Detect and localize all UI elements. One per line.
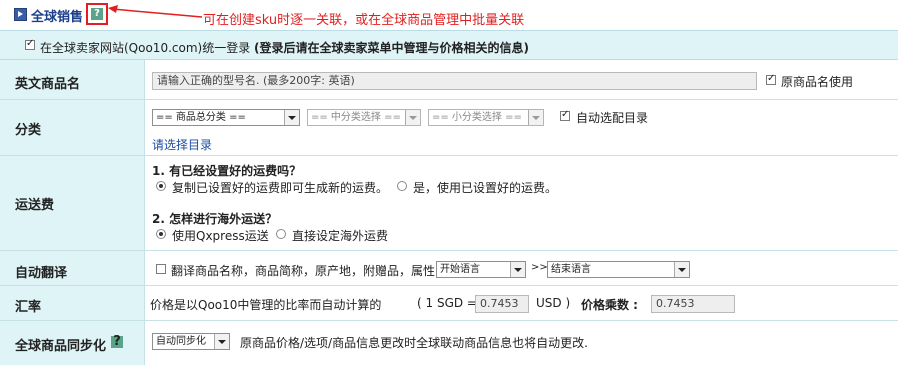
- sgd-rate-field: 0.7453: [475, 295, 529, 313]
- chevron-down-icon: [674, 262, 689, 277]
- end-language-select[interactable]: 结束语言: [547, 261, 690, 278]
- annotation-text: 可在创建sku时逐一关联，或在全球商品管理中批量关联: [203, 13, 525, 28]
- section-header: 全球销售 ? 可在创建sku时逐一关联，或在全球商品管理中批量关联: [0, 0, 898, 30]
- sync-description: 原商品价格/选项/商品信息更改时全球联动商品信息也将自动更改.: [240, 336, 588, 350]
- copy-shipping-label: 复制已设置好的运费即可生成新的运费。: [172, 181, 389, 195]
- category-row: 分类 == 商品总分类 == == 中分类选择 == == 小分类选择 == 自…: [0, 100, 898, 156]
- small-category-select[interactable]: == 小分类选择 ==: [428, 109, 544, 126]
- category-label: 分类: [15, 123, 42, 138]
- exchange-rate-row: 汇率 价格是以Qoo10中管理的比率而自动计算的 ( 1 SGD = 0.745…: [0, 286, 898, 321]
- global-login-checkbox[interactable]: [25, 38, 35, 50]
- global-login-row: 在全球卖家网站(Qoo10.com)统一登录 (登录后请在全球卖家菜单中管理与价…: [0, 30, 898, 60]
- translate-label: 自动翻译: [15, 266, 68, 281]
- auto-category-label: 自动选配目录: [576, 111, 649, 125]
- chevron-down-icon: [528, 110, 543, 125]
- copy-shipping-radio[interactable]: [156, 181, 166, 191]
- price-multiplier-label: 价格乘数 :: [581, 298, 638, 312]
- global-sync-label: 全球商品同步化: [15, 339, 107, 354]
- sgd-prefix: ( 1 SGD =: [417, 296, 477, 310]
- direct-shipping-radio[interactable]: [276, 229, 286, 239]
- sgd-suffix: USD ): [536, 296, 571, 310]
- translate-description: 翻译商品名称，商品简称，原产地，附赠品，属性: [171, 264, 436, 278]
- select-category-link[interactable]: 请选择目录: [152, 136, 212, 153]
- direct-shipping-label: 直接设定海外运费: [292, 229, 389, 243]
- exchange-rate-label: 汇率: [15, 300, 42, 315]
- chevron-down-icon: [284, 110, 299, 125]
- language-arrow: >>: [531, 262, 548, 273]
- english-name-label: 英文商品名: [15, 77, 81, 92]
- english-name-input[interactable]: 请输入正确的型号名. (最多200字: 英语): [152, 72, 757, 90]
- use-original-name-checkbox[interactable]: [766, 73, 776, 85]
- help-highlight-box: ?: [86, 3, 108, 25]
- help-icon[interactable]: ?: [91, 8, 103, 20]
- chevron-down-icon: [214, 334, 229, 349]
- english-name-row: 英文商品名 请输入正确的型号名. (最多200字: 英语) 原商品名使用: [0, 60, 898, 100]
- price-multiplier-field: 0.7453: [651, 295, 735, 313]
- use-original-name-label: 原商品名使用: [781, 75, 854, 89]
- exchange-rate-description: 价格是以Qoo10中管理的比率而自动计算的: [150, 298, 382, 312]
- help-icon[interactable]: ?: [111, 335, 123, 348]
- shipping-question-2: 2. 怎样进行海外运送？: [152, 212, 278, 226]
- translate-checkbox[interactable]: [156, 264, 166, 274]
- chevron-down-icon: [510, 262, 525, 277]
- large-category-select[interactable]: == 商品总分类 ==: [152, 109, 300, 126]
- chevron-down-icon: [405, 110, 420, 125]
- use-existing-shipping-radio[interactable]: [397, 181, 407, 191]
- qxpress-radio[interactable]: [156, 229, 166, 239]
- use-existing-shipping-label: 是，使用已设置好的运费。: [413, 181, 558, 195]
- shipping-row: 运送费 1. 有已经设置好的运费吗？ 复制已设置好的运费即可生成新的运费。 是，…: [0, 156, 898, 251]
- shipping-question-1: 1. 有已经设置好的运费吗？: [152, 164, 302, 178]
- sync-mode-select[interactable]: 自动同步化: [152, 333, 230, 350]
- global-login-label: 在全球卖家网站(Qoo10.com)统一登录 (登录后请在全球卖家菜单中管理与价…: [40, 41, 530, 55]
- medium-category-select[interactable]: == 中分类选择 ==: [307, 109, 421, 126]
- start-language-select[interactable]: 开始语言: [436, 261, 526, 278]
- section-bullet-icon: [14, 8, 27, 21]
- global-sync-row: 全球商品同步化 ? 自动同步化 原商品价格/选项/商品信息更改时全球联动商品信息…: [0, 321, 898, 365]
- section-title: 全球销售: [31, 10, 84, 25]
- shipping-label: 运送费: [15, 198, 55, 213]
- translate-row: 自动翻译 翻译商品名称，商品简称，原产地，附赠品，属性 开始语言 >> 结束语言: [0, 251, 898, 286]
- qxpress-label: 使用Qxpress运送: [172, 229, 269, 243]
- auto-category-checkbox[interactable]: [560, 109, 570, 121]
- annotation-arrow-icon: [108, 5, 203, 18]
